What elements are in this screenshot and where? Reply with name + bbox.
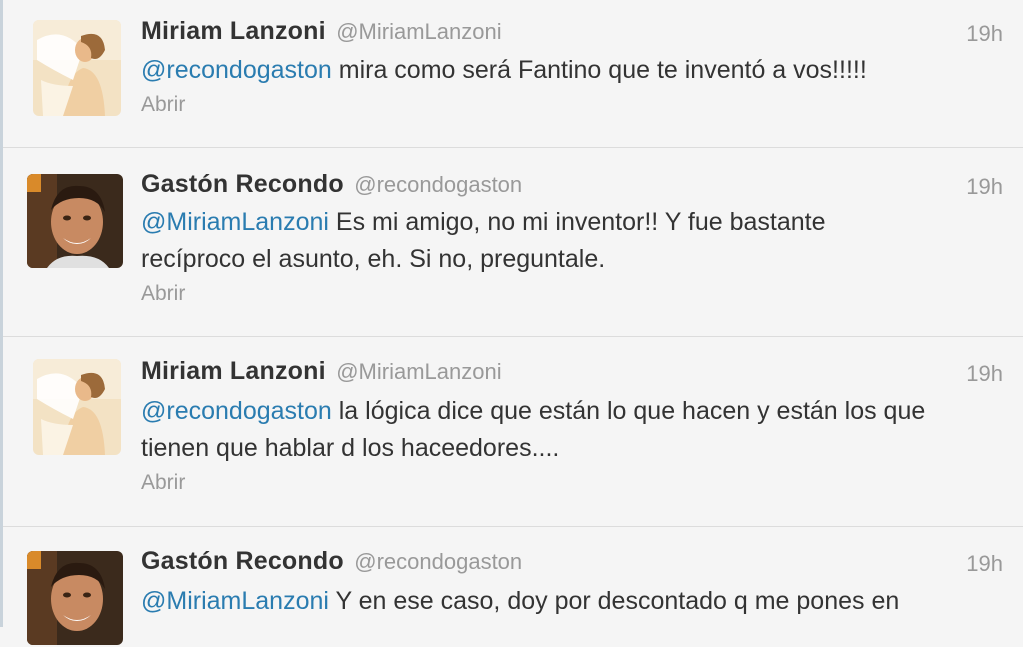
tweet-header: Gastón Recondo @recondogaston 19h bbox=[141, 547, 1003, 581]
tweet-text: @recondogaston la lógica dice que están … bbox=[141, 393, 983, 467]
tweet-header: Miriam Lanzoni @MiriamLanzoni 19h bbox=[141, 357, 1003, 391]
avatar[interactable] bbox=[33, 359, 121, 455]
expand-link[interactable]: Abrir bbox=[141, 282, 185, 306]
tweet[interactable]: Miriam Lanzoni @MiriamLanzoni 19h @recon… bbox=[3, 337, 1023, 527]
timestamp[interactable]: 19h bbox=[966, 361, 1003, 387]
tweet-body: Y en ese caso, doy por descontado q me p… bbox=[328, 587, 900, 615]
expand-link[interactable]: Abrir bbox=[141, 471, 185, 495]
fullname[interactable]: Miriam Lanzoni bbox=[141, 357, 326, 385]
avatar[interactable] bbox=[33, 20, 121, 116]
username[interactable]: @recondogaston bbox=[354, 549, 522, 574]
timestamp[interactable]: 19h bbox=[966, 21, 1003, 47]
tweet-text: @MiriamLanzoni Y en ese caso, doy por de… bbox=[141, 583, 993, 620]
tweet-header: Miriam Lanzoni @MiriamLanzoni 19h bbox=[141, 17, 1003, 51]
username[interactable]: @MiriamLanzoni bbox=[336, 359, 501, 384]
fullname[interactable]: Gastón Recondo bbox=[141, 170, 344, 198]
username[interactable]: @MiriamLanzoni bbox=[336, 19, 501, 44]
woman-avatar-icon bbox=[33, 359, 121, 455]
man-avatar-icon bbox=[27, 551, 123, 645]
mention-link[interactable]: @recondogaston bbox=[141, 397, 332, 425]
fullname[interactable]: Gastón Recondo bbox=[141, 547, 344, 575]
man-avatar-icon bbox=[27, 174, 123, 268]
tweet-text: @MiriamLanzoni Es mi amigo, no mi invent… bbox=[141, 204, 913, 278]
mention-link[interactable]: @recondogaston bbox=[141, 56, 332, 84]
tweet-text: @recondogaston mira como será Fantino qu… bbox=[141, 52, 993, 89]
tweet[interactable]: Gastón Recondo @recondogaston 19h @Miria… bbox=[3, 148, 1023, 337]
mention-link[interactable]: @MiriamLanzoni bbox=[141, 208, 329, 236]
timestamp[interactable]: 19h bbox=[966, 174, 1003, 200]
avatar[interactable] bbox=[27, 551, 123, 645]
expand-link[interactable]: Abrir bbox=[141, 93, 185, 117]
username[interactable]: @recondogaston bbox=[354, 172, 522, 197]
timestamp[interactable]: 19h bbox=[966, 551, 1003, 577]
tweet[interactable]: Gastón Recondo @recondogaston 19h @Miria… bbox=[3, 527, 1023, 647]
tweet[interactable]: Miriam Lanzoni @MiriamLanzoni 19h @recon… bbox=[3, 0, 1023, 148]
mention-link[interactable]: @MiriamLanzoni bbox=[141, 587, 329, 615]
avatar[interactable] bbox=[27, 174, 123, 268]
tweet-header: Gastón Recondo @recondogaston 19h bbox=[141, 170, 1003, 204]
fullname[interactable]: Miriam Lanzoni bbox=[141, 17, 326, 45]
tweet-body: mira como será Fantino que te inventó a … bbox=[331, 56, 867, 84]
woman-avatar-icon bbox=[33, 20, 121, 116]
